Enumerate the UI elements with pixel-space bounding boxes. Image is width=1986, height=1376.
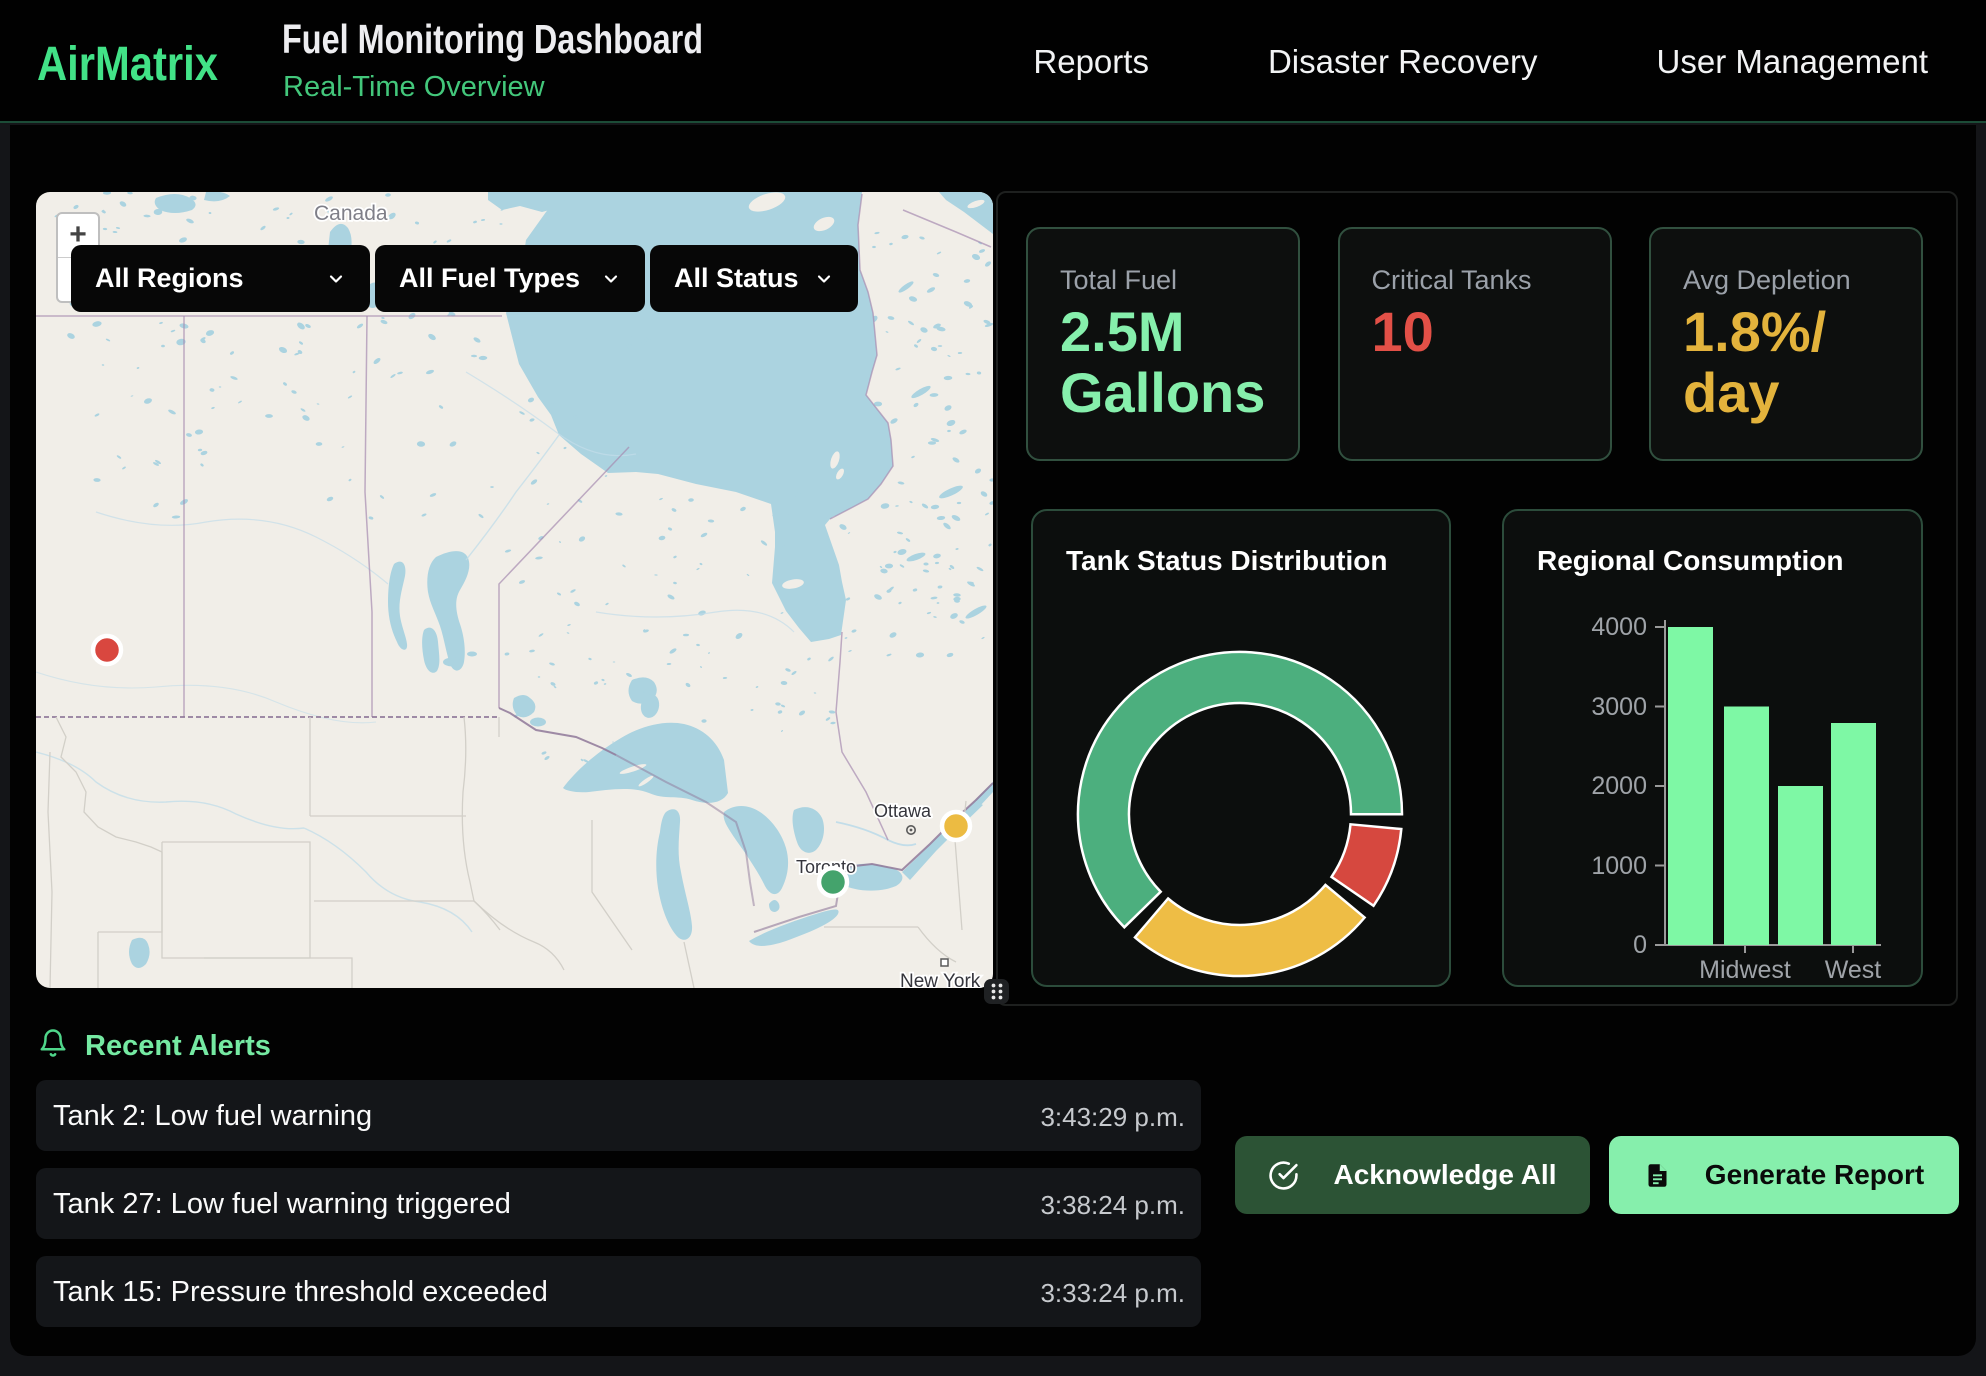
svg-text:New York: New York: [900, 971, 981, 988]
svg-text:Canada: Canada: [314, 202, 388, 225]
svg-text:Ottawa: Ottawa: [874, 801, 932, 821]
